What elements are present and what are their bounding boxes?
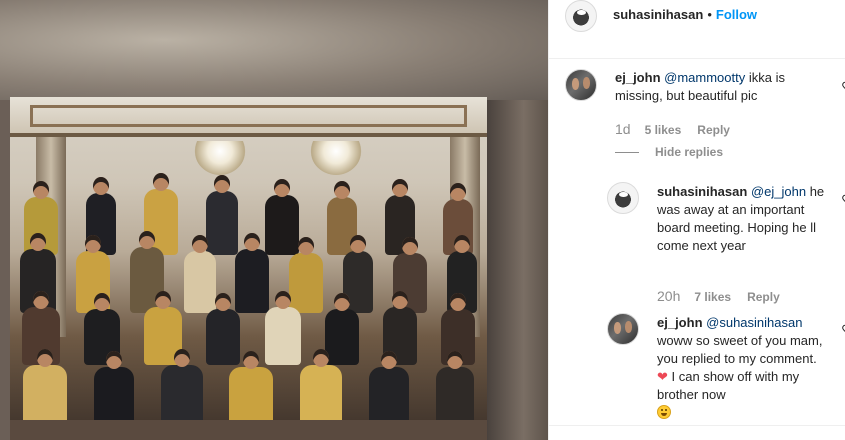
photo-floor (10, 420, 487, 440)
reply-body: suhasinihasan @ej_john he was away at an… (657, 183, 827, 255)
heart-emoji: ❤ (657, 369, 668, 384)
photo-blurred-backdrop-right (487, 100, 548, 440)
hide-replies-label: Hide replies (655, 145, 724, 159)
reply-avatar[interactable] (607, 182, 639, 214)
comments-panel: suhasinihasan • Follow ej_john @mammootty … (548, 0, 845, 440)
reply-text: woww so sweet of you mam, you replied to… (657, 333, 823, 366)
follow-button[interactable]: Follow (716, 7, 757, 22)
reply-username[interactable]: suhasinihasan (657, 184, 747, 199)
photo-ceiling (10, 97, 487, 137)
reply-time[interactable]: 20h (657, 288, 680, 304)
header-separator: • (707, 7, 712, 22)
grinning-emoji (657, 405, 671, 419)
reply-avatar[interactable] (607, 313, 639, 345)
crowd-front-row (10, 349, 487, 425)
reply-likes[interactable]: 7 likes (694, 290, 731, 304)
post-photo-area[interactable] (0, 0, 548, 440)
comment-likes[interactable]: 5 likes (645, 123, 682, 137)
comment-time[interactable]: 1d (615, 121, 631, 137)
comment-username[interactable]: ej_john (615, 70, 661, 85)
comment-mention[interactable]: @mammootty (664, 70, 745, 85)
comment-meta: 1d 5 likes Reply (615, 121, 746, 137)
commenter-avatar[interactable] (565, 69, 597, 101)
reply-button[interactable]: Reply (747, 290, 780, 304)
reply-text-continued: I can show off with my brother now (657, 369, 800, 402)
reply-meta: 20h 7 likes Reply (657, 288, 796, 304)
post-header: suhasinihasan • Follow (549, 0, 845, 59)
comment-body: ej_john @mammootty ikka is missing, but … (615, 69, 815, 105)
divider (549, 425, 845, 426)
author-avatar[interactable] (565, 0, 597, 32)
post-author-line: suhasinihasan • Follow (613, 7, 757, 22)
crowd-middle-row (10, 231, 487, 313)
chandelier (310, 141, 362, 175)
group-photo (10, 97, 487, 440)
hide-replies-line (615, 151, 639, 153)
reply-mention[interactable]: @ej_john (751, 184, 806, 199)
reply-body: ej_john @suhasinihasan woww so sweet of … (657, 314, 829, 422)
post-author-username[interactable]: suhasinihasan (613, 7, 703, 22)
reply-button[interactable]: Reply (697, 123, 730, 137)
chandelier (194, 141, 246, 175)
reply-username[interactable]: ej_john (657, 315, 703, 330)
hide-replies-button[interactable]: Hide replies (615, 145, 723, 159)
photo-blurred-backdrop-top (0, 0, 548, 100)
reply-mention[interactable]: @suhasinihasan (706, 315, 802, 330)
